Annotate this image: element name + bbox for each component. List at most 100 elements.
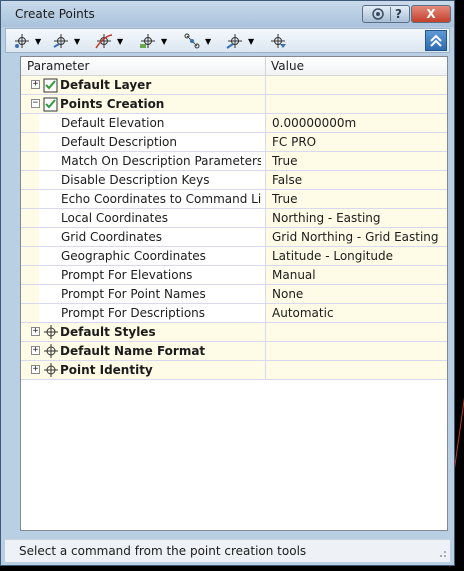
collapse-icon[interactable]: −	[31, 99, 40, 108]
help-icon[interactable]: ?	[395, 7, 402, 21]
point-create-tool[interactable]: ▼	[12, 32, 41, 50]
surface-point-tool[interactable]: ▼	[138, 32, 167, 50]
property-row[interactable]: Prompt For Descriptions Automatic	[21, 304, 447, 323]
group-row-default-styles[interactable]: + Default Styles	[21, 323, 447, 342]
chevron-down-icon[interactable]: ▼	[117, 37, 123, 46]
property-value-cell[interactable]: True	[265, 152, 447, 170]
property-value[interactable]: False	[272, 173, 302, 187]
group-label: Default Name Format	[60, 344, 206, 358]
chevron-down-icon[interactable]: ▼	[248, 37, 254, 46]
property-value-cell[interactable]: Grid Northing - Grid Easting	[265, 228, 447, 246]
property-name-cell: Echo Coordinates to Command Line	[21, 190, 265, 208]
property-value[interactable]: 0.00000000m	[272, 116, 356, 130]
import-points-tool[interactable]	[268, 32, 288, 50]
parameter-column-header[interactable]: Parameter	[27, 59, 89, 73]
property-value-cell[interactable]: False	[265, 171, 447, 189]
property-name-cell: Prompt For Descriptions	[21, 304, 265, 322]
property-name-cell: Geographic Coordinates	[21, 247, 265, 265]
point-intersection-tool[interactable]: ▼	[51, 32, 80, 50]
expand-icon[interactable]: +	[31, 80, 40, 89]
property-name-cell: Local Coordinates	[21, 209, 265, 227]
property-value-cell[interactable]: 0.00000000m	[265, 114, 447, 132]
property-value[interactable]: True	[272, 154, 298, 168]
property-name-cell: Prompt For Point Names	[21, 285, 265, 303]
group-cell: + Default Layer	[21, 76, 265, 94]
resize-grip-icon[interactable]	[437, 548, 447, 558]
property-name: Default Description	[61, 135, 178, 149]
group-row-default-name-format[interactable]: + Default Name Format	[21, 342, 447, 361]
group-row-points-creation[interactable]: − Points Creation	[21, 95, 447, 114]
surface-point-icon	[140, 34, 155, 48]
property-row[interactable]: Echo Coordinates to Command Line True	[21, 190, 447, 209]
row-gutter	[21, 228, 39, 246]
property-value-cell[interactable]: Northing - Easting	[265, 209, 447, 227]
property-name-cell: Grid Coordinates	[21, 228, 265, 246]
property-row[interactable]: Default Elevation 0.00000000m	[21, 114, 447, 133]
close-icon: X	[426, 7, 436, 21]
grid-header: Parameter Value	[21, 57, 447, 76]
slope-point-tool[interactable]: ▼	[225, 32, 254, 50]
group-cell: + Point Identity	[21, 361, 265, 379]
create-points-window: Create Points ? X ▼ ▼ ▼ ▼ ▼ ▼ Parameter …	[0, 0, 455, 566]
property-name-cell: Disable Description Keys	[21, 171, 265, 189]
property-value-cell[interactable]: True	[265, 190, 447, 208]
property-value[interactable]: Manual	[272, 268, 316, 282]
chevron-down-icon[interactable]: ▼	[161, 37, 167, 46]
point-identity-icon	[44, 363, 58, 377]
expand-icon[interactable]: +	[31, 346, 40, 355]
close-button[interactable]: X	[411, 5, 451, 23]
property-row[interactable]: Prompt For Point Names None	[21, 285, 447, 304]
row-gutter	[21, 247, 39, 265]
property-name: Prompt For Point Names	[61, 287, 206, 301]
property-value-cell[interactable]: FC PRO	[265, 133, 447, 151]
expand-icon[interactable]: +	[31, 327, 40, 336]
alignment-point-tool[interactable]: ▼	[94, 32, 123, 50]
title-bar[interactable]: Create Points ? X	[1, 1, 454, 27]
chevron-down-icon[interactable]: ▼	[74, 37, 80, 46]
group-value-cell	[265, 95, 447, 113]
column-divider[interactable]	[265, 57, 266, 75]
value-column-header[interactable]: Value	[271, 59, 304, 73]
property-value[interactable]: True	[272, 192, 298, 206]
property-value-cell[interactable]: Latitude - Longitude	[265, 247, 447, 265]
property-name: Disable Description Keys	[61, 173, 210, 187]
property-row[interactable]: Geographic Coordinates Latitude - Longit…	[21, 247, 447, 266]
options-icon[interactable]	[370, 7, 386, 21]
property-row[interactable]: Prompt For Elevations Manual	[21, 266, 447, 285]
group-label: Default Layer	[60, 78, 152, 92]
toolbar: ▼ ▼ ▼ ▼ ▼ ▼	[5, 28, 450, 53]
property-row[interactable]: Local Coordinates Northing - Easting	[21, 209, 447, 228]
property-name: Default Elevation	[61, 116, 165, 130]
import-points-icon	[271, 34, 286, 48]
chevron-down-icon[interactable]: ▼	[205, 37, 211, 46]
collapse-toolbar-button[interactable]	[425, 30, 447, 51]
point-intersection-icon	[53, 34, 68, 48]
property-name-cell: Match On Description Parameters ($...	[21, 152, 265, 170]
property-value-cell[interactable]: None	[265, 285, 447, 303]
property-row[interactable]: Grid Coordinates Grid Northing - Grid Ea…	[21, 228, 447, 247]
property-value[interactable]: Northing - Easting	[272, 211, 381, 225]
property-value-cell[interactable]: Manual	[265, 266, 447, 284]
property-value[interactable]: Latitude - Longitude	[272, 249, 393, 263]
point-style-icon	[44, 325, 58, 339]
property-value[interactable]: FC PRO	[272, 135, 316, 149]
property-name-cell: Prompt For Elevations	[21, 266, 265, 284]
property-row[interactable]: Match On Description Parameters ($... Tr…	[21, 152, 447, 171]
group-label: Points Creation	[60, 97, 165, 111]
property-value[interactable]: Grid Northing - Grid Easting	[272, 230, 439, 244]
group-row-default-layer[interactable]: + Default Layer	[21, 76, 447, 95]
group-value-cell	[265, 361, 447, 379]
interpolate-point-tool[interactable]: ▼	[182, 32, 211, 50]
property-value[interactable]: Automatic	[272, 306, 334, 320]
property-row[interactable]: Disable Description Keys False	[21, 171, 447, 190]
parameter-grid: Parameter Value + Default Layer − Points…	[20, 56, 448, 531]
chevron-down-icon[interactable]: ▼	[35, 37, 41, 46]
row-gutter	[21, 285, 39, 303]
double-chevron-up-icon	[430, 34, 442, 47]
property-value-cell[interactable]: Automatic	[265, 304, 447, 322]
property-value[interactable]: None	[272, 287, 303, 301]
help-button[interactable]: ?	[362, 5, 410, 23]
group-row-point-identity[interactable]: + Point Identity	[21, 361, 447, 380]
expand-icon[interactable]: +	[31, 365, 40, 374]
property-row[interactable]: Default Description FC PRO	[21, 133, 447, 152]
